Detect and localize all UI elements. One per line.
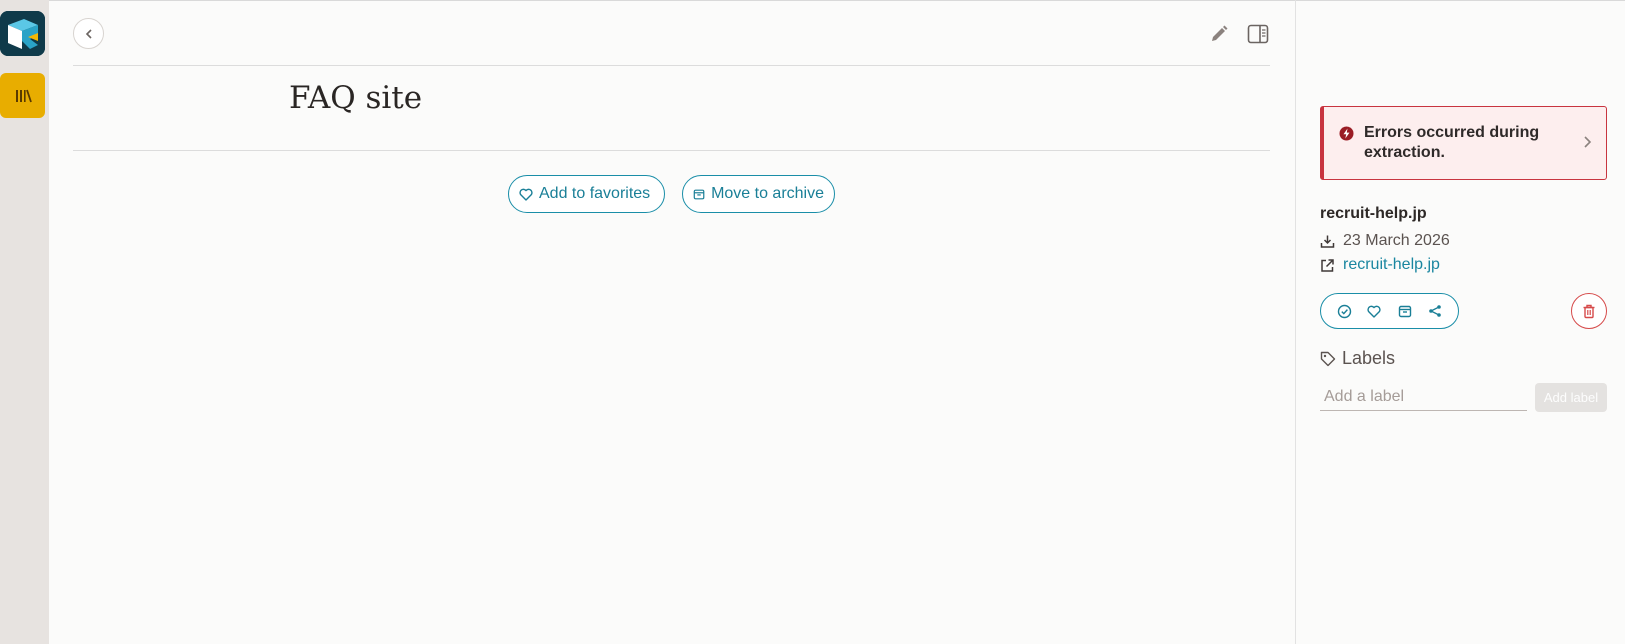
add-to-favorites-button[interactable]: Add to favorites xyxy=(508,175,665,213)
app-logo[interactable] xyxy=(0,11,45,56)
source-link-row: recruit-help.jp xyxy=(1320,256,1440,274)
check-circle-icon xyxy=(1337,304,1351,318)
chevron-left-icon xyxy=(85,28,92,39)
pencil-icon xyxy=(1212,25,1228,41)
archive-label: Move to archive xyxy=(711,185,824,202)
library-icon xyxy=(15,89,32,102)
saved-date-row: 23 March 2026 xyxy=(1320,232,1450,250)
site-name: recruit-help.jp xyxy=(1320,205,1427,222)
external-link-icon xyxy=(1321,258,1334,272)
trash-icon xyxy=(1583,304,1595,318)
archive-icon xyxy=(693,189,705,199)
app-window: FAQ site Add to favorites Move to archiv… xyxy=(0,0,1625,644)
add-label-input[interactable] xyxy=(1320,383,1527,411)
header-divider xyxy=(73,65,1270,66)
edit-button[interactable] xyxy=(1206,21,1232,47)
archive-icon xyxy=(1398,305,1411,317)
title-divider xyxy=(73,150,1270,151)
left-rail xyxy=(0,0,49,644)
saved-date: 23 March 2026 xyxy=(1343,232,1450,249)
error-message: Errors occurred during extraction. xyxy=(1364,124,1540,161)
chevron-right-icon xyxy=(1584,136,1592,148)
tag-icon xyxy=(1320,351,1336,366)
add-label-button[interactable]: Add label xyxy=(1535,383,1607,412)
move-to-archive-button[interactable]: Move to archive xyxy=(682,175,835,213)
download-icon xyxy=(1320,235,1335,248)
details-sidebar: Errors occurred during extraction. recru… xyxy=(1296,0,1625,644)
article-title: FAQ site xyxy=(289,80,423,116)
share-button[interactable] xyxy=(1423,299,1447,323)
heart-icon xyxy=(519,188,533,201)
extraction-error-alert[interactable]: Errors occurred during extraction. xyxy=(1320,106,1607,180)
mark-read-button[interactable] xyxy=(1332,299,1356,323)
back-button[interactable] xyxy=(73,18,104,49)
sidebar-toggle-button[interactable] xyxy=(1245,21,1271,47)
source-link[interactable]: recruit-help.jp xyxy=(1343,256,1440,274)
share-icon xyxy=(1429,305,1441,317)
article-actions-group xyxy=(1320,293,1459,329)
main-content: FAQ site Add to favorites Move to archiv… xyxy=(49,0,1295,644)
lightning-icon xyxy=(1339,126,1354,141)
sidebar-panel-icon xyxy=(1247,24,1269,44)
labels-heading: Labels xyxy=(1320,348,1395,369)
favorites-label: Add to favorites xyxy=(539,185,651,202)
heart-icon xyxy=(1367,305,1381,318)
archive-button[interactable] xyxy=(1393,299,1417,323)
delete-button[interactable] xyxy=(1571,293,1607,329)
library-button[interactable] xyxy=(0,73,45,118)
favorite-button[interactable] xyxy=(1362,299,1386,323)
labels-heading-text: Labels xyxy=(1342,348,1396,368)
logo-icon xyxy=(0,11,45,56)
